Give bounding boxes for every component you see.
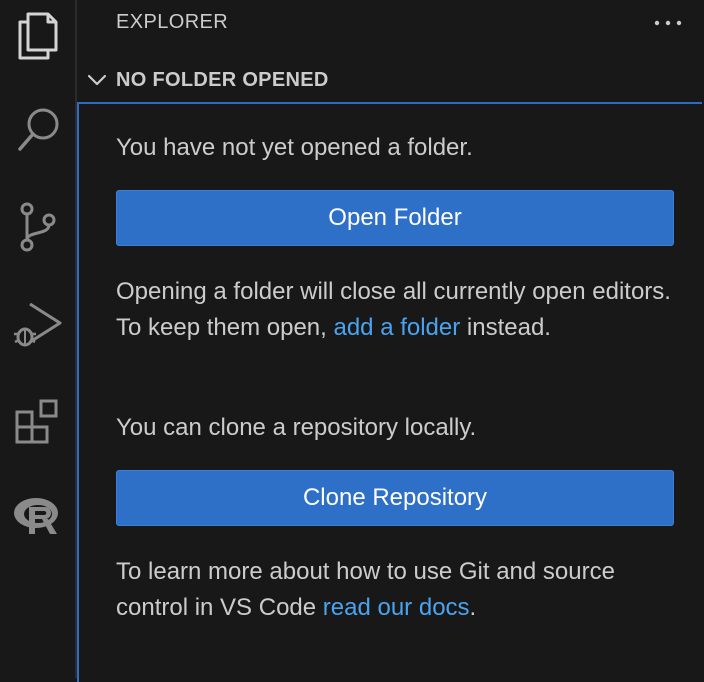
- no-folder-welcome-view: You have not yet opened a folder. Open F…: [77, 102, 702, 682]
- more-actions-button[interactable]: [651, 8, 685, 38]
- section-title: NO FOLDER OPENED: [116, 69, 329, 91]
- no-folder-section-header[interactable]: NO FOLDER OPENED: [77, 60, 704, 102]
- r-language-icon: [13, 498, 58, 534]
- clone-repository-button[interactable]: Clone Repository: [116, 470, 674, 526]
- open-folder-button[interactable]: Open Folder: [116, 190, 674, 246]
- opening-folder-note: Opening a folder will close all currentl…: [116, 274, 676, 346]
- activity-search[interactable]: [0, 98, 75, 162]
- activity-bar: [0, 0, 77, 678]
- search-icon: [17, 108, 58, 151]
- add-folder-link[interactable]: add a folder: [333, 314, 460, 341]
- ellipsis-icon: [654, 20, 682, 26]
- extensions-icon: [15, 399, 57, 444]
- activity-explorer[interactable]: [0, 2, 75, 66]
- sidebar-header: EXPLORER: [77, 0, 704, 48]
- sidebar-title: EXPLORER: [116, 11, 229, 33]
- explorer-files-icon: [18, 12, 57, 60]
- explorer-sidebar: EXPLORER NO FOLDER OPENED You have not y…: [77, 0, 704, 682]
- run-and-debug-icon: [13, 302, 61, 347]
- opening-note-tail: instead.: [460, 314, 551, 341]
- no-folder-message: You have not yet opened a folder.: [116, 134, 473, 161]
- git-docs-note: To learn more about how to use Git and s…: [116, 554, 676, 626]
- clone-message: You can clone a repository locally.: [116, 414, 477, 441]
- source-control-icon: [20, 202, 55, 252]
- activity-extensions[interactable]: [0, 389, 75, 453]
- activity-source-control[interactable]: [0, 195, 75, 259]
- chevron-down-icon: [87, 74, 107, 86]
- read-docs-link[interactable]: read our docs: [323, 594, 470, 621]
- git-note-tail: .: [469, 594, 477, 621]
- activity-r[interactable]: [0, 484, 75, 548]
- activity-run-debug[interactable]: [0, 292, 75, 356]
